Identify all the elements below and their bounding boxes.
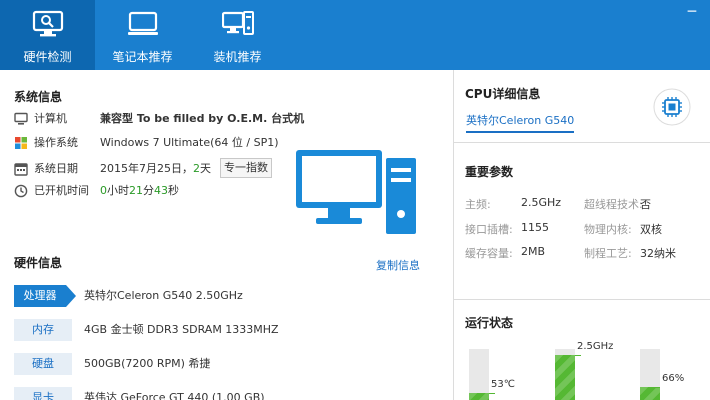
computer-icon — [14, 112, 28, 125]
row-uptime: 已开机时间 0小时21分43秒 — [14, 182, 304, 200]
uptime-minutes: 21 — [129, 184, 143, 197]
label-computer: 计算机 — [34, 112, 67, 125]
status-title: 运行状态 — [465, 316, 514, 330]
value-uptime: 0小时21分43秒 — [100, 182, 179, 200]
tab-label: 笔记本推荐 — [112, 50, 173, 64]
uptime-minutes-unit: 分 — [143, 184, 154, 197]
params-title: 重要参数 — [465, 165, 514, 179]
date-days-unit: 天 — [200, 162, 211, 175]
status-temperature-label: 53℃ — [491, 379, 515, 390]
hardware-row-cpu[interactable]: 处理器 英特尔Celeron G540 2.50GHz — [14, 285, 434, 307]
tab-build-recommend[interactable]: 装机推荐 — [190, 0, 285, 70]
value-gpu: 英伟达 GeForce GT 440 (1.00 GB) — [84, 391, 265, 400]
cpu-model-link[interactable]: 英特尔Celeron G540 — [466, 112, 575, 133]
value-cpu: 英特尔Celeron G540 2.50GHz — [84, 289, 243, 302]
hardware-row-memory[interactable]: 内存 4GB 金士顿 DDR3 SDRAM 1333MHZ — [14, 319, 434, 341]
label-os: 操作系统 — [34, 136, 78, 149]
param-value-frequency: 2.5GHz — [521, 196, 562, 209]
hardware-info-title: 硬件信息 — [14, 256, 63, 270]
cpu-chip-icon — [653, 88, 691, 126]
system-info-title: 系统信息 — [14, 90, 63, 104]
badge-disk: 硬盘 — [14, 353, 72, 375]
score-button[interactable]: 专一指数 — [220, 158, 272, 178]
minimize-button[interactable]: ─ — [674, 0, 710, 24]
param-label-process: 制程工艺: — [584, 247, 632, 260]
copy-info-link[interactable]: 复制信息 — [376, 257, 420, 273]
hardware-row-disk[interactable]: 硬盘 500GB(7200 RPM) 希捷 — [14, 353, 434, 375]
laptop-icon — [127, 11, 158, 35]
badge-cpu: 处理器 — [14, 285, 76, 307]
uptime-hours: 0 — [100, 184, 107, 197]
value-os: Windows 7 Ultimate(64 位 / SP1) — [100, 136, 279, 149]
param-label-cores: 物理内核: — [584, 223, 632, 236]
param-value-process: 32纳米 — [640, 247, 676, 260]
uptime-seconds: 43 — [154, 184, 168, 197]
desktop-pc-icon — [221, 11, 254, 35]
calendar-icon — [14, 163, 28, 176]
app-window: 硬件检测 笔记本推荐 装机推荐 ─ 系统信息 计算机 兼容型 To be fil… — [0, 0, 710, 400]
value-memory: 4GB 金士顿 DDR3 SDRAM 1333MHZ — [84, 323, 279, 336]
uptime-seconds-unit: 秒 — [168, 184, 179, 197]
row-computer: 计算机 兼容型 To be filled by O.E.M. 台式机 — [14, 110, 304, 128]
param-value-cache: 2MB — [521, 245, 546, 258]
param-label-socket: 接口插槽: — [465, 223, 513, 236]
value-computer: 兼容型 To be filled by O.E.M. 台式机 — [100, 112, 305, 125]
param-value-socket: 1155 — [521, 221, 549, 234]
date-text: 2015年7月25日， — [100, 162, 193, 175]
param-value-hyperthreading: 否 — [640, 198, 651, 211]
top-nav-bar: 硬件检测 笔记本推荐 装机推荐 ─ — [0, 0, 710, 70]
badge-gpu: 显卡 — [14, 387, 72, 400]
row-os: 操作系统 Windows 7 Ultimate(64 位 / SP1) — [14, 134, 304, 152]
clock-icon — [14, 184, 28, 198]
param-label-hyperthreading: 超线程技术: — [584, 198, 643, 211]
divider — [453, 142, 710, 143]
param-label-frequency: 主频: — [465, 198, 491, 211]
windows-icon — [15, 137, 27, 149]
tab-laptop-recommend[interactable]: 笔记本推荐 — [95, 0, 190, 70]
param-label-cache: 缓存容量: — [465, 247, 513, 260]
tab-label: 装机推荐 — [213, 50, 262, 64]
desktop-computer-illustration — [296, 150, 416, 234]
param-value-cores: 双核 — [640, 223, 662, 236]
label-date: 系统日期 — [34, 162, 78, 175]
hardware-row-gpu[interactable]: 显卡 英伟达 GeForce GT 440 (1.00 GB) — [14, 387, 434, 400]
tab-label: 硬件检测 — [23, 50, 72, 64]
value-disk: 500GB(7200 RPM) 希捷 — [84, 357, 211, 370]
status-usage-label: 66% — [662, 373, 685, 384]
status-frequency-label: 2.5GHz — [577, 341, 614, 352]
tab-hardware-detect[interactable]: 硬件检测 — [0, 0, 95, 70]
cpu-detail-title: CPU详细信息 — [465, 87, 541, 101]
uptime-hours-unit: 小时 — [107, 184, 129, 197]
badge-memory: 内存 — [14, 319, 72, 341]
label-uptime: 已开机时间 — [34, 184, 89, 197]
value-date: 2015年7月25日，2天 — [100, 160, 211, 178]
monitor-check-icon — [32, 10, 63, 37]
date-days: 2 — [193, 162, 200, 175]
divider — [453, 299, 710, 300]
